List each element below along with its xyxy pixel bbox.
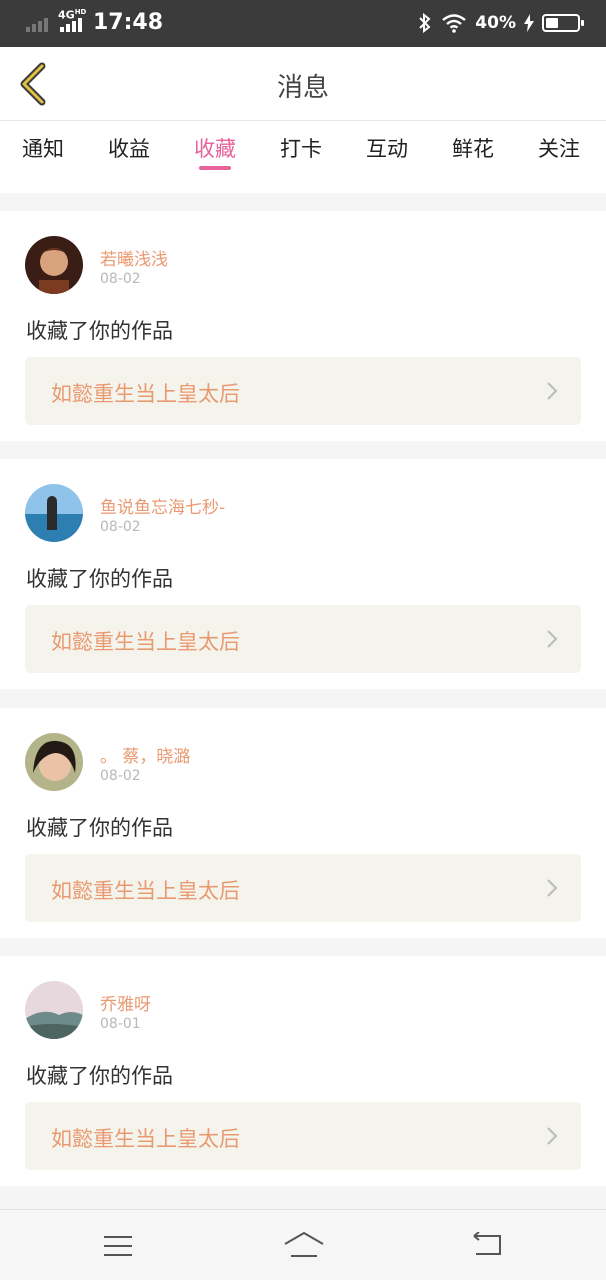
- wifi-icon: [442, 14, 467, 33]
- work-link[interactable]: 如懿重生当上皇太后: [25, 605, 581, 673]
- date: 08-02: [100, 768, 141, 784]
- tab-flowers[interactable]: 鲜花: [430, 121, 516, 193]
- clock: 17:48: [93, 10, 164, 35]
- signal-strong-icon: [60, 18, 82, 32]
- work-title: 如懿重生当上皇太后: [51, 382, 240, 406]
- username[interactable]: 乔雅呀: [100, 990, 151, 1015]
- menu-icon[interactable]: [103, 1234, 133, 1258]
- message-card: 乔雅呀 08-01 收藏了你的作品 如懿重生当上皇太后: [0, 956, 606, 1186]
- header: 消息: [0, 47, 606, 121]
- chevron-right-icon: [547, 630, 558, 648]
- active-tab-indicator: [199, 166, 231, 170]
- message-card: 若曦浅浅 08-02 收藏了你的作品 如懿重生当上皇太后: [0, 211, 606, 441]
- signal-weak-icon: [26, 18, 48, 32]
- work-title: 如懿重生当上皇太后: [51, 1127, 240, 1151]
- username[interactable]: 若曦浅浅: [100, 245, 168, 270]
- tab-interaction[interactable]: 互动: [344, 121, 430, 193]
- chevron-right-icon: [547, 879, 558, 897]
- tab-notifications[interactable]: 通知: [0, 121, 86, 193]
- page-title: 消息: [276, 73, 329, 103]
- system-nav-bar: [0, 1209, 606, 1280]
- date: 08-02: [100, 271, 141, 287]
- battery-icon: [542, 14, 584, 32]
- work-link[interactable]: 如懿重生当上皇太后: [25, 854, 581, 922]
- work-link[interactable]: 如懿重生当上皇太后: [25, 1102, 581, 1170]
- charging-icon: [524, 14, 534, 32]
- bluetooth-icon: [419, 12, 431, 34]
- work-title: 如懿重生当上皇太后: [51, 879, 240, 903]
- return-icon[interactable]: [472, 1232, 504, 1258]
- avatar[interactable]: [25, 733, 83, 791]
- username[interactable]: 。 蔡，晓潞: [100, 742, 190, 767]
- home-icon[interactable]: [283, 1230, 325, 1260]
- action-text: 收藏了你的作品: [26, 816, 173, 840]
- avatar[interactable]: [25, 236, 83, 294]
- tab-favorites[interactable]: 收藏: [172, 121, 258, 193]
- tab-earnings[interactable]: 收益: [86, 121, 172, 193]
- message-card: 鱼说鱼忘海七秒- 08-02 收藏了你的作品 如懿重生当上皇太后: [0, 459, 606, 689]
- date: 08-02: [100, 519, 141, 535]
- action-text: 收藏了你的作品: [26, 1064, 173, 1088]
- tab-bar: 通知 收益 收藏 打卡 互动 鲜花 关注: [0, 121, 606, 193]
- tab-follow[interactable]: 关注: [516, 121, 602, 193]
- action-text: 收藏了你的作品: [26, 567, 173, 591]
- work-title: 如懿重生当上皇太后: [51, 630, 240, 654]
- chevron-right-icon: [547, 1127, 558, 1145]
- work-link[interactable]: 如懿重生当上皇太后: [25, 357, 581, 425]
- tab-checkin[interactable]: 打卡: [258, 121, 344, 193]
- status-bar: 4GHD 17:48 40%: [0, 0, 606, 47]
- avatar[interactable]: [25, 981, 83, 1039]
- avatar[interactable]: [25, 484, 83, 542]
- chevron-right-icon: [547, 382, 558, 400]
- battery-percent: 40%: [475, 13, 516, 33]
- date: 08-01: [100, 1016, 141, 1032]
- username[interactable]: 鱼说鱼忘海七秒-: [100, 493, 225, 518]
- message-card: 。 蔡，晓潞 08-02 收藏了你的作品 如懿重生当上皇太后: [0, 708, 606, 938]
- action-text: 收藏了你的作品: [26, 319, 173, 343]
